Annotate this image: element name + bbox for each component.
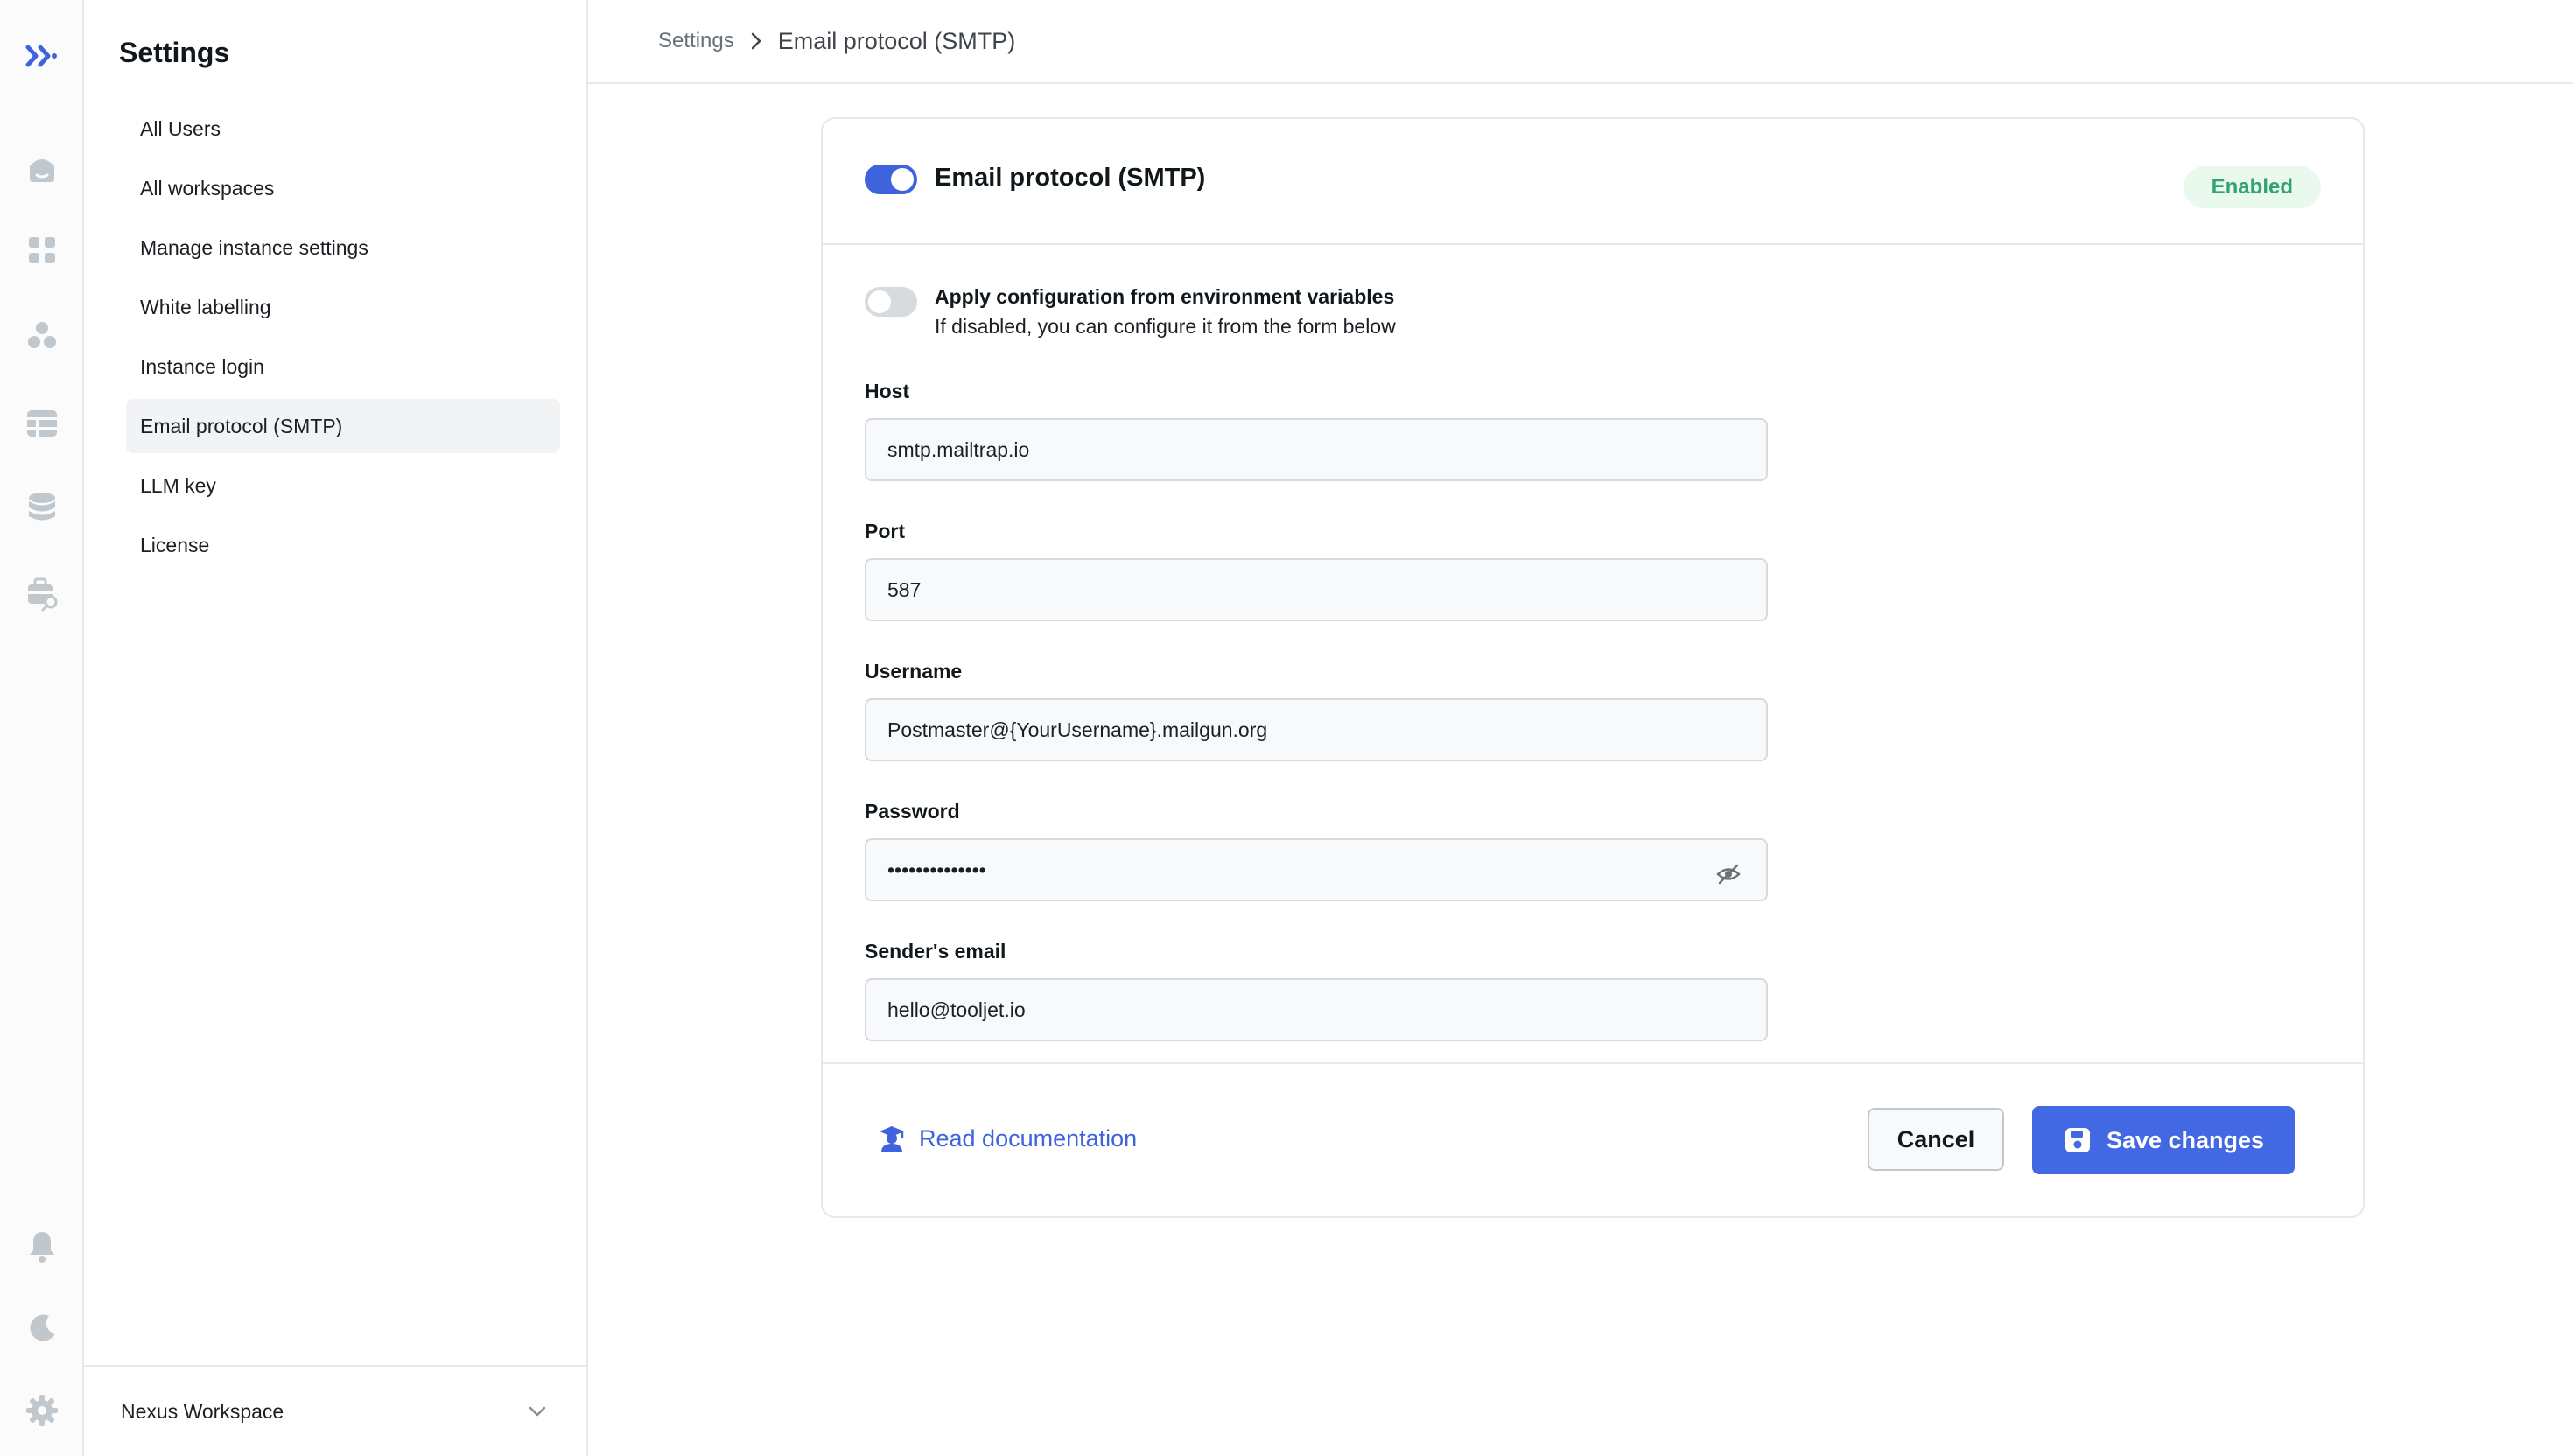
sidebar-item-white-labelling[interactable]: White labelling bbox=[126, 280, 560, 334]
breadcrumb-current: Email protocol (SMTP) bbox=[777, 27, 1016, 54]
env-config-toggle[interactable] bbox=[865, 287, 917, 317]
username-input[interactable]: Postmaster@{YourUsername}.mailgun.org bbox=[865, 698, 1768, 761]
settings-gear-icon[interactable] bbox=[16, 1384, 68, 1437]
password-input[interactable]: •••••••••••••• bbox=[865, 838, 1768, 901]
sidebar-item-all-workspaces[interactable]: All workspaces bbox=[126, 161, 560, 215]
sender-email-label: Sender's email bbox=[865, 940, 1006, 962]
smtp-settings-card: Email protocol (SMTP) Enabled Apply conf… bbox=[821, 117, 2365, 1218]
workspace-name: Nexus Workspace bbox=[121, 1399, 284, 1423]
card-footer: Read documentation Cancel Save changes bbox=[823, 1062, 2363, 1218]
status-badge: Enabled bbox=[2183, 166, 2321, 208]
card-header: Email protocol (SMTP) Enabled bbox=[823, 119, 2363, 245]
datasources-icon[interactable] bbox=[16, 481, 68, 534]
floppy-disk-icon bbox=[2065, 1128, 2090, 1152]
eye-off-icon[interactable] bbox=[1715, 861, 1742, 887]
read-documentation-link[interactable]: Read documentation bbox=[877, 1124, 1137, 1153]
sender-email-input[interactable]: hello@tooljet.io bbox=[865, 978, 1768, 1041]
settings-nav: All Users All workspaces Manage instance… bbox=[126, 102, 560, 578]
sidebar-item-manage-instance-settings[interactable]: Manage instance settings bbox=[126, 220, 560, 275]
save-changes-label: Save changes bbox=[2106, 1126, 2265, 1153]
components-icon[interactable] bbox=[16, 310, 68, 362]
port-value: 587 bbox=[887, 578, 922, 601]
sender-email-value: hello@tooljet.io bbox=[887, 998, 1026, 1021]
sidebar-item-instance-login[interactable]: Instance login bbox=[126, 340, 560, 394]
host-label: Host bbox=[865, 380, 910, 402]
database-table-icon[interactable] bbox=[16, 397, 68, 450]
host-input[interactable]: smtp.mailtrap.io bbox=[865, 418, 1768, 481]
sidebar-item-email-protocol[interactable]: Email protocol (SMTP) bbox=[126, 399, 560, 453]
breadcrumb-root[interactable]: Settings bbox=[658, 29, 734, 53]
env-config-description: If disabled, you can configure it from t… bbox=[935, 315, 1396, 338]
graduate-icon bbox=[880, 1126, 904, 1152]
port-label: Port bbox=[865, 520, 905, 542]
sidebar-item-license[interactable]: License bbox=[126, 518, 560, 572]
theme-moon-icon[interactable] bbox=[16, 1302, 68, 1354]
workspace-switcher[interactable]: Nexus Workspace bbox=[84, 1365, 586, 1456]
chevron-down-icon bbox=[529, 1406, 546, 1417]
host-value: smtp.mailtrap.io bbox=[887, 438, 1030, 461]
chevron-right-icon bbox=[747, 32, 766, 51]
smtp-enable-toggle[interactable] bbox=[865, 164, 917, 194]
notification-bell-icon[interactable] bbox=[16, 1220, 68, 1272]
sidebar-title: Settings bbox=[119, 37, 230, 68]
marketplace-icon[interactable] bbox=[16, 567, 68, 620]
username-label: Username bbox=[865, 660, 963, 682]
card-title: Email protocol (SMTP) bbox=[935, 164, 1206, 192]
cancel-button[interactable]: Cancel bbox=[1868, 1108, 2004, 1171]
logo-icon[interactable] bbox=[16, 30, 68, 82]
icon-rail bbox=[0, 0, 84, 1456]
password-value: •••••••••••••• bbox=[887, 858, 986, 881]
save-changes-button[interactable]: Save changes bbox=[2032, 1106, 2295, 1174]
sidebar-item-llm-key[interactable]: LLM key bbox=[126, 458, 560, 513]
home-icon[interactable] bbox=[16, 142, 68, 194]
read-documentation-label: Read documentation bbox=[919, 1124, 1138, 1152]
apps-icon[interactable] bbox=[16, 224, 68, 276]
username-value: Postmaster@{YourUsername}.mailgun.org bbox=[887, 718, 1268, 741]
password-label: Password bbox=[865, 800, 960, 822]
sidebar-item-all-users[interactable]: All Users bbox=[126, 102, 560, 156]
port-input[interactable]: 587 bbox=[865, 558, 1768, 621]
breadcrumb: Settings Email protocol (SMTP) bbox=[588, 0, 2573, 84]
env-config-title: Apply configuration from environment var… bbox=[935, 285, 1395, 308]
settings-sidebar: Settings All Users All workspaces Manage… bbox=[84, 0, 588, 1456]
